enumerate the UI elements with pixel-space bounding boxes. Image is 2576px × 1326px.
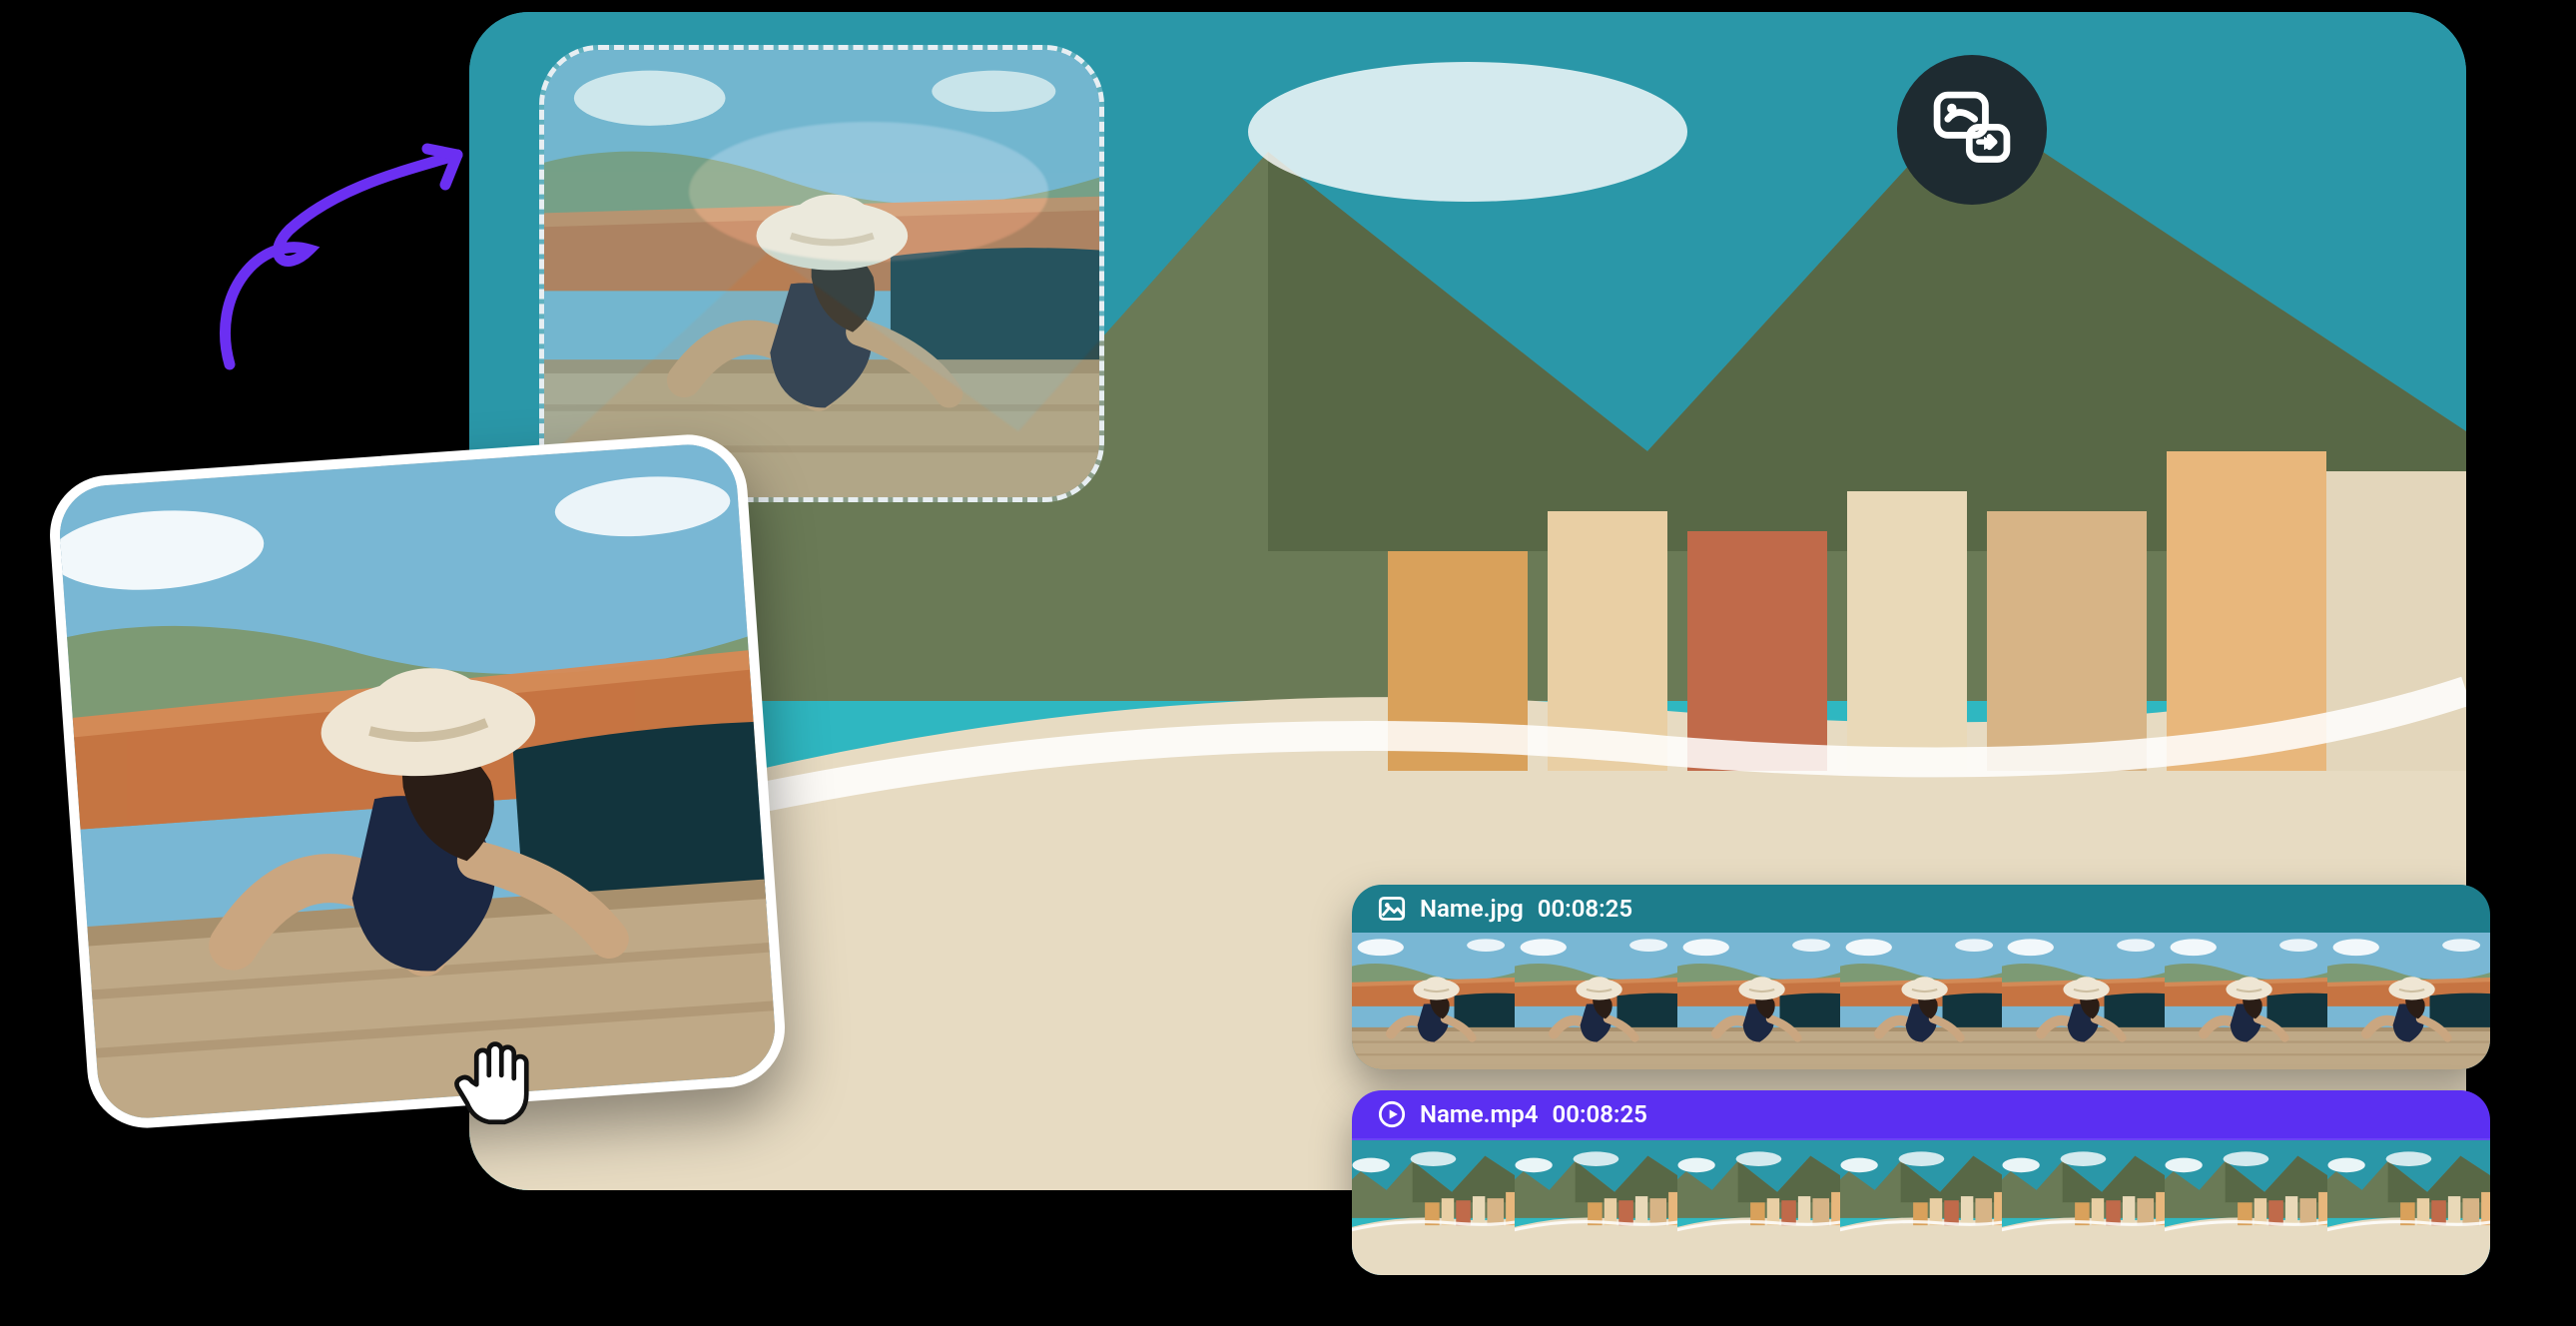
track-frame (2002, 933, 2165, 1069)
drag-cursor-icon (445, 1028, 545, 1128)
track-timestamp: 00:08:25 (1538, 895, 1632, 923)
track-frame (2165, 933, 2327, 1069)
track-strip[interactable] (1352, 933, 2490, 1069)
track-strip[interactable] (1352, 1138, 2490, 1275)
track-frame (1677, 1140, 1840, 1275)
track-frame (1677, 933, 1840, 1069)
track-filename: Name.jpg (1420, 895, 1524, 923)
play-circle-icon (1378, 1100, 1406, 1128)
track-header: Name.jpg 00:08:25 (1352, 885, 2490, 933)
picture-in-picture-icon (1929, 87, 2015, 173)
track-frame (1840, 933, 2003, 1069)
drag-arrow (190, 115, 489, 374)
track-header: Name.mp4 00:08:25 (1352, 1090, 2490, 1138)
track-frame (1352, 1140, 1515, 1275)
source-image-card[interactable] (46, 430, 789, 1131)
track-frame (1515, 1140, 1677, 1275)
timeline-track-video[interactable]: Name.mp4 00:08:25 (1352, 1090, 2490, 1275)
track-frame (2327, 1140, 2490, 1275)
image-icon (1378, 895, 1406, 923)
track-frame (1352, 933, 1515, 1069)
track-frame (1840, 1140, 2003, 1275)
track-frame (2165, 1140, 2327, 1275)
track-filename: Name.mp4 (1420, 1100, 1539, 1128)
overlay-ghost-image (544, 50, 1099, 497)
overlay-drop-zone[interactable] (539, 45, 1104, 502)
track-frame (1515, 933, 1677, 1069)
track-timestamp: 00:08:25 (1553, 1100, 1647, 1128)
track-frame (2002, 1140, 2165, 1275)
track-frame (2327, 933, 2490, 1069)
source-image (57, 441, 779, 1121)
timeline-track-image[interactable]: Name.jpg 00:08:25 (1352, 885, 2490, 1069)
picture-in-picture-button[interactable] (1897, 55, 2047, 205)
